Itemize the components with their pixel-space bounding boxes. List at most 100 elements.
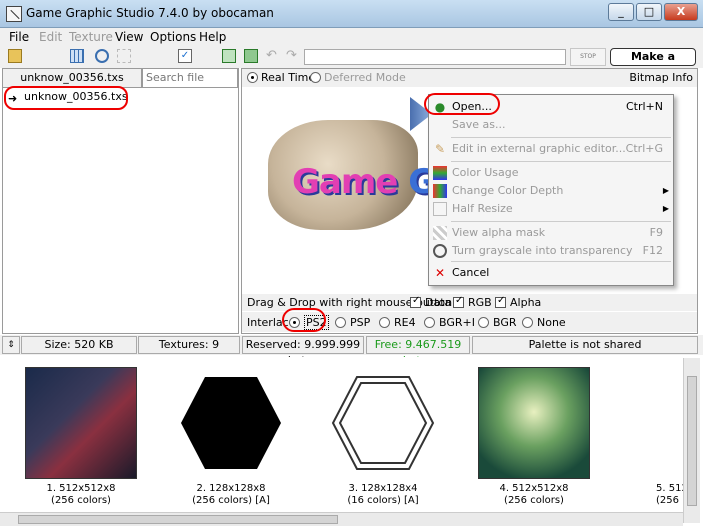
palette-status: Palette is not shared	[472, 336, 698, 354]
submenu-arrow-icon: ▶	[662, 204, 669, 213]
maximize-button[interactable]: □	[636, 3, 662, 21]
thumbnail-caption: 1. 512x512x8 (256 colors)	[46, 483, 116, 506]
stop-button[interactable]: STOP	[570, 48, 606, 66]
grid-view-icon[interactable]	[70, 49, 84, 63]
textures-status: Textures: 9	[138, 336, 240, 354]
psp-radio[interactable]	[335, 317, 346, 328]
checker-icon	[433, 226, 447, 240]
image-icon[interactable]	[244, 49, 258, 63]
menu-bar: File Edit Texture View Options Help	[0, 28, 703, 46]
submenu-arrow-icon: ▶	[662, 186, 669, 195]
toolbar: ✓ ↶ ↷ STOP Make a donation	[0, 46, 703, 79]
window-title: Game Graphic Studio 7.4.0 by obocaman	[26, 6, 274, 20]
alpha-checkbox[interactable]	[495, 295, 506, 308]
updown-icon[interactable]: ⇕	[2, 336, 20, 354]
thumbnail-2[interactable]: 2. 128x128x8 (256 colors) [A]	[175, 367, 287, 507]
vertical-scrollbar[interactable]	[683, 358, 700, 523]
thumbnail-5[interactable]: 5. 512(256	[650, 367, 683, 507]
menu-item-alpha-mask[interactable]: View alpha mask F9	[429, 223, 675, 243]
psp-label: PSP	[350, 316, 371, 329]
menu-item-color-usage[interactable]: Color Usage	[429, 163, 675, 183]
logo-part-a: Game	[292, 162, 409, 202]
thumbnail-3[interactable]: 3. 128x128x4 (16 colors) [A]	[327, 367, 439, 507]
menu-help[interactable]: Help	[199, 30, 226, 44]
redo-icon[interactable]: ↷	[286, 49, 300, 63]
bgri-radio[interactable]	[424, 317, 435, 328]
hscroll-thumb[interactable]	[18, 515, 338, 524]
horizontal-scrollbar[interactable]	[0, 512, 683, 526]
undo-icon[interactable]: ↶	[266, 49, 280, 63]
scroll-thumb[interactable]	[687, 376, 697, 506]
data-checkbox[interactable]	[410, 295, 421, 308]
free-status: Free: 9.467.519 bytes	[366, 336, 470, 367]
donate-button[interactable]: Make a donation	[610, 48, 696, 79]
app-icon	[6, 6, 22, 22]
context-menu: ● Open... Ctrl+N Save as... ✎ Edit in ex…	[428, 94, 674, 286]
re4-radio[interactable]	[379, 317, 390, 328]
thumbnail-1[interactable]: 1. 512x512x8 (256 colors)	[25, 367, 137, 507]
fit-screen-icon[interactable]	[222, 49, 236, 63]
thumbnail-image	[25, 367, 137, 479]
menu-item-grayscale[interactable]: Turn grayscale into transparency F12	[429, 241, 675, 261]
resize-icon	[433, 202, 447, 216]
bgri-label: BGR+I	[439, 316, 475, 329]
thumbnail-caption: 2. 128x128x8 (256 colors) [A]	[192, 483, 270, 506]
rgb-label: RGB	[468, 296, 492, 309]
realtime-label: Real Time	[261, 71, 316, 84]
highlight-ring-tree	[4, 86, 128, 110]
reserved-status: Reserved: 9.999.999 bytes	[242, 336, 364, 367]
save-icon	[433, 118, 447, 132]
rgb-checkbox[interactable]	[453, 295, 464, 308]
paint-icon: ✎	[434, 142, 446, 156]
select-icon[interactable]	[117, 49, 131, 63]
thumbnail-caption: 5. 512(256	[656, 483, 683, 506]
menu-item-cancel[interactable]: ✕ Cancel	[429, 263, 675, 283]
menu-item-half-resize[interactable]: Half Resize ▶	[429, 199, 675, 219]
command-input[interactable]	[304, 49, 566, 65]
menu-texture[interactable]: Texture	[69, 30, 113, 44]
menu-item-edit-external[interactable]: ✎ Edit in external graphic editor... Ctr…	[429, 139, 675, 159]
bgr-label: BGR	[493, 316, 517, 329]
menu-item-change-depth[interactable]: Change Color Depth ▶	[429, 181, 675, 201]
none-radio[interactable]	[522, 317, 533, 328]
bitmap-info-label[interactable]: Bitmap Info	[629, 71, 693, 84]
separator	[451, 137, 671, 138]
checklist-icon[interactable]: ✓	[178, 49, 192, 63]
separator	[451, 261, 671, 262]
realtime-radio[interactable]	[247, 72, 258, 83]
thumbnail-4[interactable]: 4. 512x512x8 (256 colors)	[478, 367, 590, 507]
bgr-radio[interactable]	[478, 317, 489, 328]
separator	[451, 161, 671, 162]
file-tab[interactable]: unknow_00356.txs	[2, 68, 142, 88]
thumbnail-strip: 1. 512x512x8 (256 colors) 2. 128x128x8 (25…	[0, 357, 703, 515]
minimize-button[interactable]: _	[608, 3, 634, 21]
palette-icon	[433, 184, 447, 198]
highlight-ring-ps2	[282, 308, 326, 332]
menu-options[interactable]: Options	[150, 30, 196, 44]
magnifier-icon[interactable]	[95, 49, 109, 63]
grayscale-icon	[433, 244, 447, 258]
menu-view[interactable]: View	[115, 30, 143, 44]
highlight-ring-open	[424, 93, 500, 115]
thumbnail-image	[478, 367, 590, 479]
re4-label: RE4	[394, 316, 416, 329]
size-status: Size: 520 KB	[21, 336, 137, 354]
cancel-x-icon: ✕	[434, 266, 446, 280]
open-folder-icon[interactable]	[8, 49, 22, 63]
alpha-label: Alpha	[510, 296, 542, 309]
search-file-input[interactable]: Search file	[142, 68, 238, 88]
status-bar: ⇕ Size: 520 KB Textures: 9 Reserved: 9.9…	[0, 335, 703, 367]
thumbnail-caption: 4. 512x512x8 (256 colors)	[499, 483, 569, 506]
separator	[451, 221, 671, 222]
thumbnail-caption: 3. 128x128x4 (16 colors) [A]	[347, 483, 419, 506]
none-label: None	[537, 316, 566, 329]
menu-item-save-as[interactable]: Save as...	[429, 115, 675, 135]
color-bars-icon	[433, 166, 447, 180]
menu-edit[interactable]: Edit	[39, 30, 62, 44]
deferred-radio[interactable]	[310, 72, 321, 83]
hexagon-outline-image	[331, 376, 435, 470]
menu-file[interactable]: File	[9, 30, 29, 44]
mode-row: Real Time Deferred Mode Bitmap Info	[242, 69, 697, 87]
close-button[interactable]: X	[664, 3, 698, 21]
deferred-label: Deferred Mode	[324, 71, 406, 84]
